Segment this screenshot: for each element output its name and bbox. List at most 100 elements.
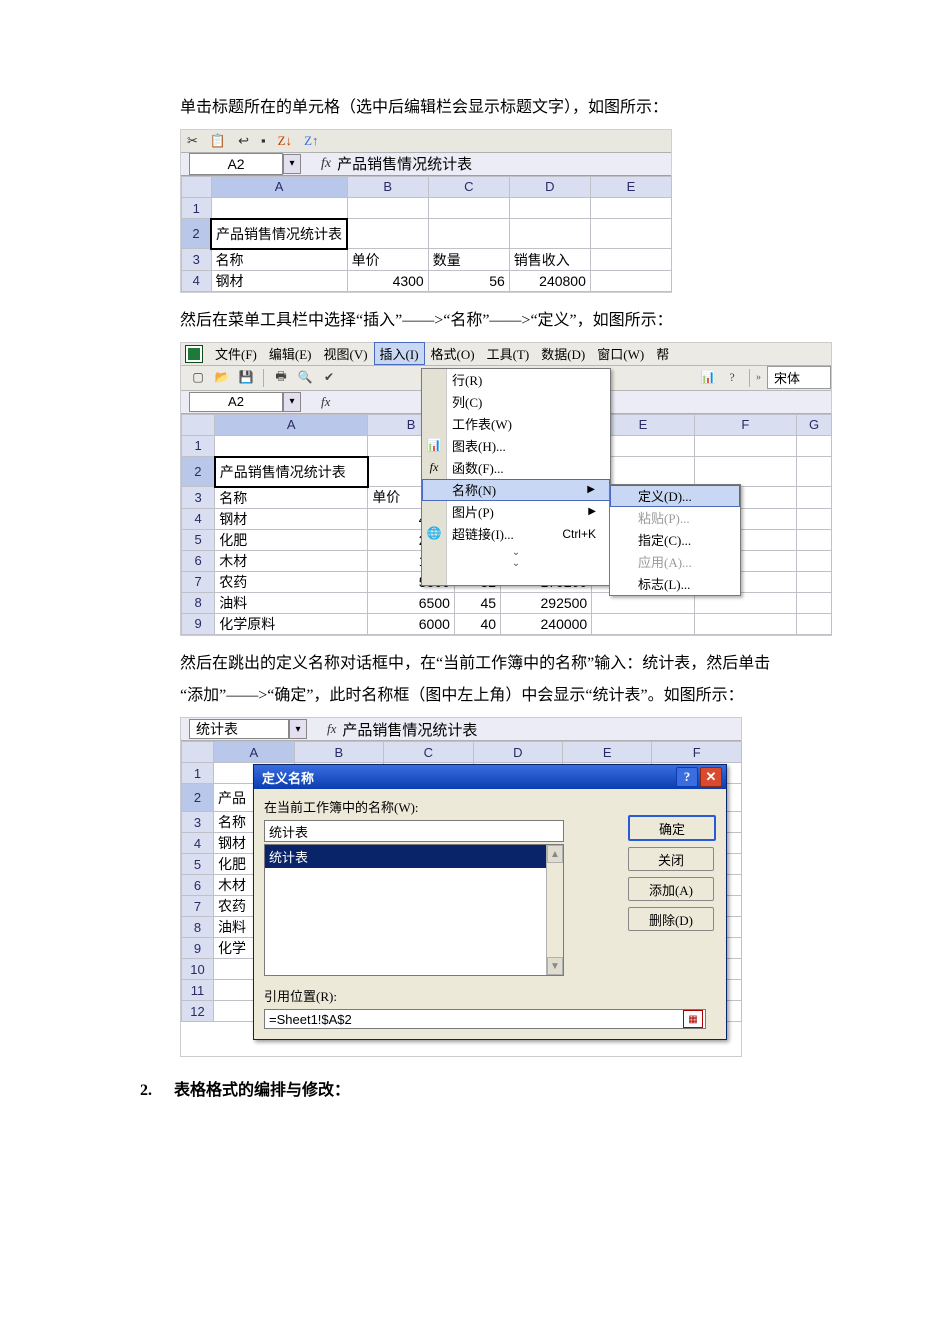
spell-check-icon[interactable]: ✔ <box>318 367 340 389</box>
name-box-dropdown-icon[interactable]: ▾ <box>283 392 301 412</box>
selected-cell[interactable]: 产品销售情况统计表 <box>211 219 347 249</box>
name-box[interactable]: 统计表 <box>189 719 289 739</box>
scroll-up-icon[interactable]: ▲ <box>547 845 563 863</box>
submenu-item-paste[interactable]: 粘贴(P)... <box>610 507 740 529</box>
close-button[interactable]: 关闭 <box>628 847 714 871</box>
paragraph-1: 单击标题所在的单元格（选中后编辑栏会显示标题文字），如图所示： <box>180 94 835 123</box>
menu-format[interactable]: 格式(O) <box>425 342 481 365</box>
menu-item-function[interactable]: fx函数(F)... <box>422 457 610 479</box>
names-label: 在当前工作簿中的名称(W): <box>264 797 716 816</box>
chart-icon: 📊 <box>426 438 442 454</box>
paragraph-3a: 然后在跳出的定义名称对话框中，在“当前工作簿中的名称”输入：统计表，然后单击 <box>180 650 835 679</box>
print-icon[interactable]: 🖶 <box>270 367 292 389</box>
col-header[interactable]: C <box>384 742 473 763</box>
fx-icon[interactable]: fx <box>321 156 331 172</box>
fx-icon[interactable]: fx <box>327 721 336 737</box>
submenu-item-create[interactable]: 指定(C)... <box>610 529 740 551</box>
name-box[interactable]: A2 <box>189 153 283 175</box>
fx-icon: fx <box>426 460 442 476</box>
col-header[interactable]: A <box>214 742 295 763</box>
menu-insert[interactable]: 插入(I) <box>374 342 425 365</box>
menu-item-name[interactable]: 名称(N)▶ <box>422 479 610 501</box>
submenu-arrow-icon: ▶ <box>587 484 595 495</box>
menu-item-worksheet[interactable]: 工作表(W) <box>422 413 610 435</box>
menu-file[interactable]: 文件(F) <box>209 342 263 365</box>
toolbar-options-icon[interactable]: » <box>756 372 761 383</box>
refersto-input[interactable]: =Sheet1!$A$2 ▦ <box>264 1009 706 1029</box>
col-header[interactable]: A <box>215 414 368 435</box>
col-header-E[interactable]: E <box>590 176 671 197</box>
name-input[interactable]: 统计表 <box>264 820 564 842</box>
select-all-corner[interactable] <box>182 176 212 197</box>
name-box-dropdown-icon[interactable]: ▾ <box>283 154 301 174</box>
menu-item-hyperlink[interactable]: 🌐超链接(I)...Ctrl+K <box>422 523 610 545</box>
add-button[interactable]: 添加(A) <box>628 877 714 901</box>
refersto-label: 引用位置(R): <box>264 986 706 1005</box>
list-item[interactable]: 统计表 <box>265 845 563 868</box>
formula-bar[interactable]: 产品销售情况统计表 <box>342 719 477 740</box>
range-picker-icon[interactable]: ▦ <box>683 1010 703 1028</box>
spreadsheet-grid[interactable]: A B C D E 1 2 产品销售情况统计表 3 名称 <box>181 176 672 292</box>
name-submenu: 定义(D)... 粘贴(P)... 指定(C)... 应用(A)... 标志(L… <box>609 484 741 596</box>
select-all-corner[interactable] <box>182 414 215 435</box>
name-box[interactable]: A2 <box>189 392 283 412</box>
col-header[interactable]: E <box>563 742 652 763</box>
fx-icon[interactable]: fx <box>321 394 330 410</box>
menu-view[interactable]: 视图(V) <box>318 342 374 365</box>
dialog-title: 定义名称 <box>262 768 314 787</box>
submenu-item-apply[interactable]: 应用(A)... <box>610 551 740 573</box>
delete-button[interactable]: 删除(D) <box>628 907 714 931</box>
globe-link-icon: 🌐 <box>426 526 442 542</box>
dialog-close-icon[interactable]: ✕ <box>700 767 722 787</box>
expand-menu-icon[interactable]: ⌄⌄ <box>422 545 610 571</box>
figure-2: 文件(F) 编辑(E) 视图(V) 插入(I) 格式(O) 工具(T) 数据(D… <box>180 342 832 636</box>
row-header[interactable]: 3 <box>182 249 212 271</box>
col-header-A[interactable]: A <box>211 176 347 197</box>
selected-cell[interactable]: 产品销售情况统计表 <box>215 457 368 487</box>
menu-item-column[interactable]: 列(C) <box>422 391 610 413</box>
dialog-title-bar[interactable]: 定义名称 ? ✕ <box>254 765 726 789</box>
dialog-help-icon[interactable]: ? <box>676 767 698 787</box>
menu-item-chart[interactable]: 📊图表(H)... <box>422 435 610 457</box>
ok-button[interactable]: 确定 <box>628 815 716 841</box>
col-header-B[interactable]: B <box>347 176 428 197</box>
paragraph-2: 然后在菜单工具栏中选择“插入”——>“名称”——>“定义”，如图所示： <box>180 307 835 336</box>
col-header[interactable]: F <box>694 414 796 435</box>
col-header-D[interactable]: D <box>509 176 590 197</box>
col-header[interactable]: F <box>652 742 742 763</box>
menu-data[interactable]: 数据(D) <box>535 342 591 365</box>
menu-window[interactable]: 窗口(W) <box>591 342 650 365</box>
menu-tools[interactable]: 工具(T) <box>481 342 536 365</box>
chart-icon[interactable]: 📊 <box>697 367 719 389</box>
row-header[interactable]: 1 <box>182 197 212 219</box>
col-header[interactable]: G <box>797 414 832 435</box>
menu-item-picture[interactable]: 图片(P)▶ <box>422 501 610 523</box>
figure-1: ✂📋↩▪Z↓Z↑ A2 ▾ fx 产品销售情况统计表 A B C D E 1 <box>180 129 672 293</box>
define-name-dialog: 定义名称 ? ✕ 在当前工作簿中的名称(W): 统计表 统计表 ▲ ▼ <box>253 764 727 1040</box>
menu-item-row[interactable]: 行(R) <box>422 369 610 391</box>
col-header-C[interactable]: C <box>428 176 509 197</box>
print-preview-icon[interactable]: 🔍 <box>294 367 316 389</box>
submenu-arrow-icon: ▶ <box>588 506 596 517</box>
row-header[interactable]: 4 <box>182 270 212 291</box>
help-icon[interactable]: ? <box>721 367 743 389</box>
menu-help[interactable]: 帮 <box>650 342 675 365</box>
open-icon[interactable]: 📂 <box>211 367 233 389</box>
submenu-item-label[interactable]: 标志(L)... <box>610 573 740 595</box>
menu-edit[interactable]: 编辑(E) <box>263 342 318 365</box>
scroll-down-icon[interactable]: ▼ <box>547 957 563 975</box>
col-header[interactable]: B <box>294 742 383 763</box>
new-icon[interactable]: ▢ <box>187 367 209 389</box>
save-icon[interactable]: 💾 <box>235 367 257 389</box>
submenu-item-define[interactable]: 定义(D)... <box>610 485 740 507</box>
font-combo[interactable]: 宋体 <box>767 366 831 389</box>
col-header[interactable]: D <box>473 742 562 763</box>
name-box-dropdown-icon[interactable]: ▾ <box>289 719 307 739</box>
formula-bar[interactable]: 产品销售情况统计表 <box>337 153 472 174</box>
names-listbox[interactable]: 统计表 ▲ ▼ <box>264 844 564 976</box>
shortcut-label: Ctrl+K <box>562 527 596 541</box>
select-all-corner[interactable] <box>182 742 214 763</box>
row-header[interactable]: 2 <box>182 219 212 249</box>
excel-logo-icon <box>185 345 203 363</box>
scrollbar[interactable]: ▲ ▼ <box>546 845 563 975</box>
